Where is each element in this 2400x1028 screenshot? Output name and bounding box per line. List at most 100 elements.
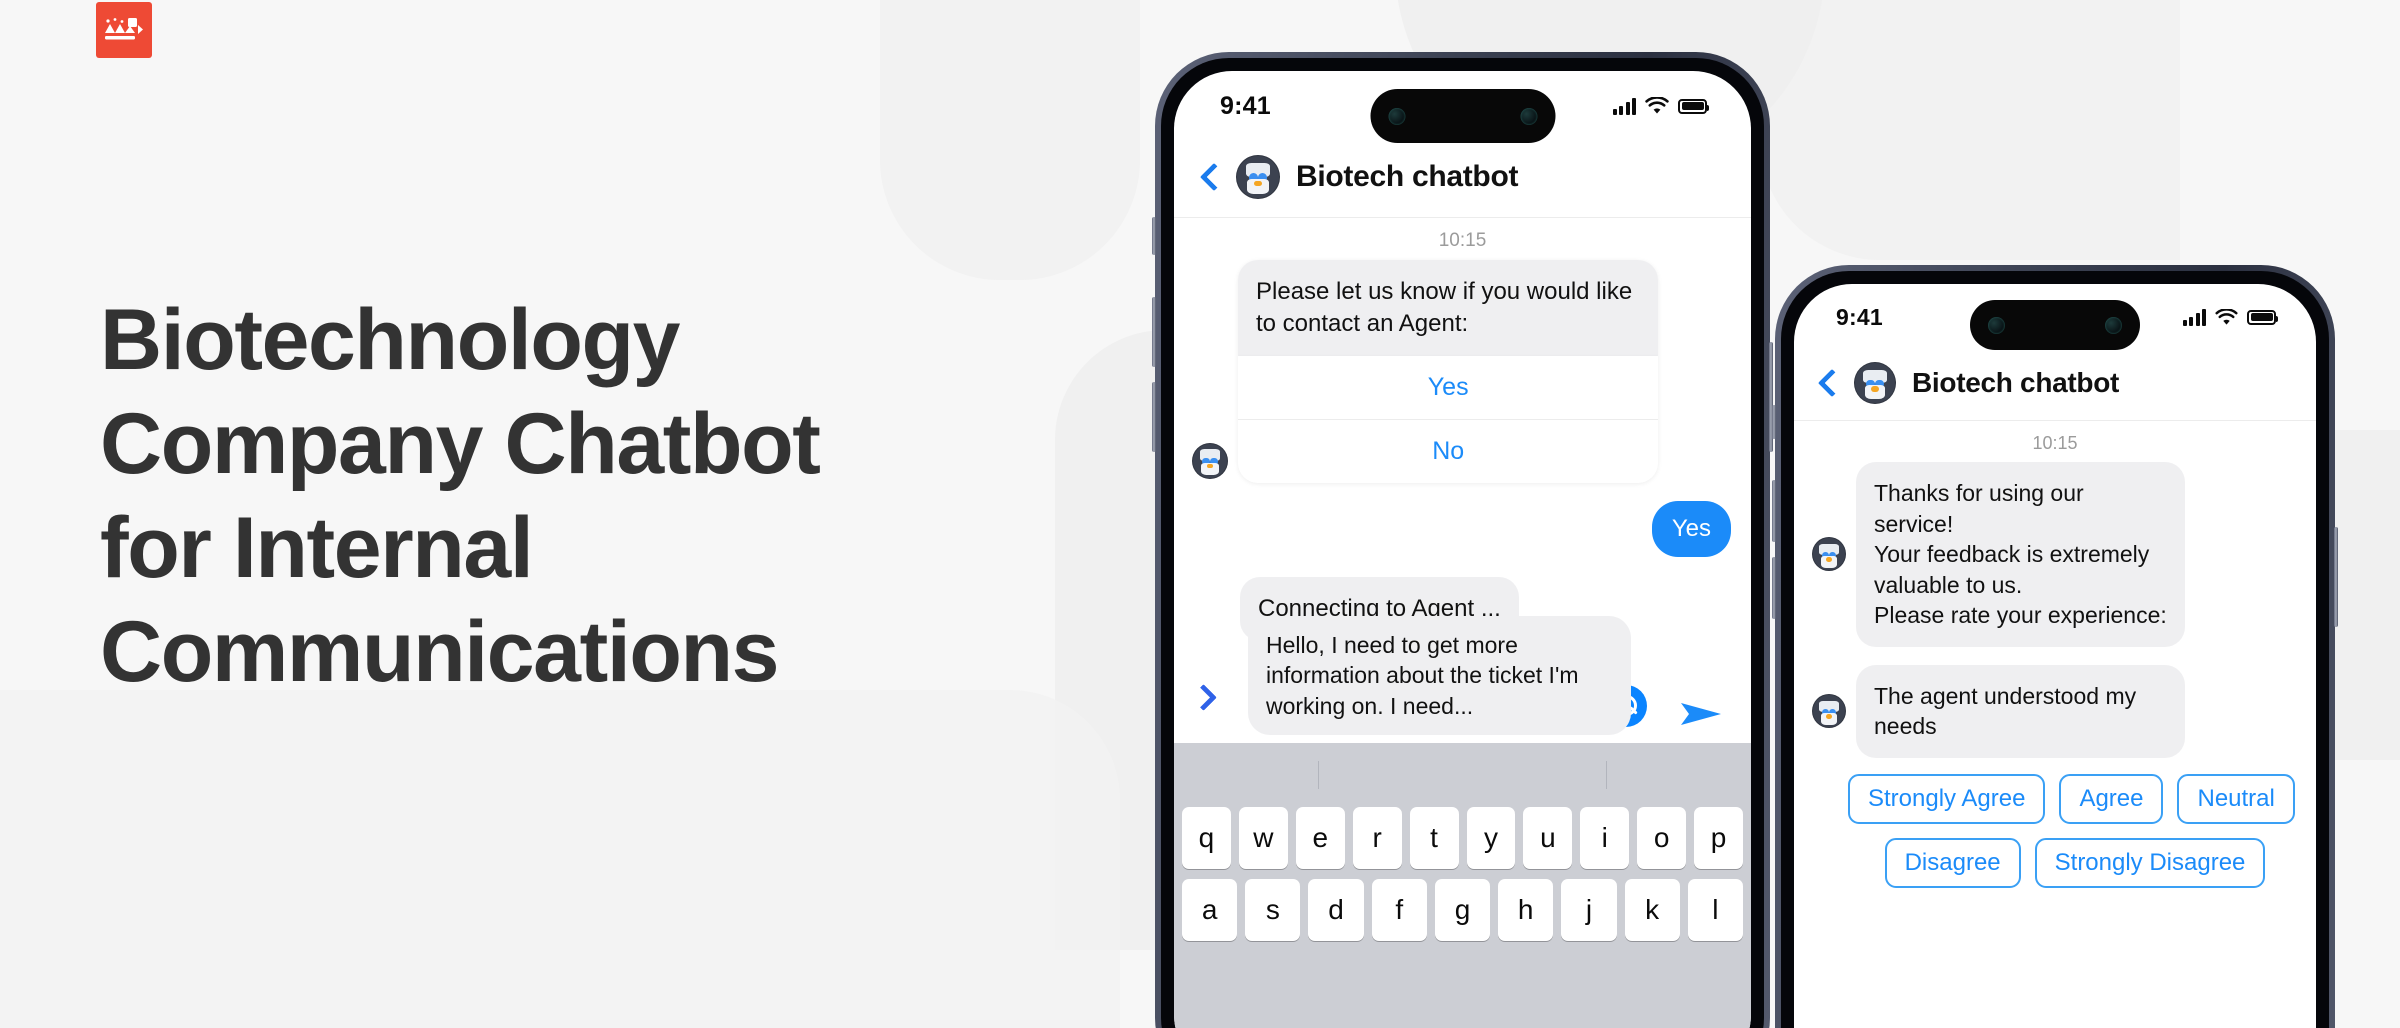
status-bar: 9:41 xyxy=(1794,284,2316,350)
volume-up-button[interactable] xyxy=(1772,480,1776,542)
company-logo[interactable] xyxy=(96,2,152,58)
wifi-icon xyxy=(1645,97,1669,114)
key-y[interactable]: y xyxy=(1466,807,1516,869)
cellular-bars-icon xyxy=(1612,97,1636,115)
key-e[interactable]: e xyxy=(1295,807,1345,869)
key-h[interactable]: h xyxy=(1498,879,1554,941)
phone-screen-one: 9:41 Biotech chatbot 10:15 Please let us… xyxy=(1174,71,1751,1028)
key-w[interactable]: w xyxy=(1238,807,1288,869)
message-text: The agent understood my needs xyxy=(1856,664,2186,759)
key-o[interactable]: o xyxy=(1637,807,1687,869)
dynamic-island xyxy=(1970,300,2140,350)
key-j[interactable]: j xyxy=(1561,879,1617,941)
rating-strongly-agree-button[interactable]: Strongly Agree xyxy=(1848,774,2046,825)
chat-title: Biotech chatbot xyxy=(1912,367,2120,398)
rating-strongly-disagree-button[interactable]: Strongly Disagree xyxy=(2034,838,2266,889)
rating-agree-button[interactable]: Agree xyxy=(2059,774,2164,825)
suggestion-divider xyxy=(1317,761,1319,789)
face-id-sensor-icon xyxy=(1388,107,1405,125)
volume-down-button[interactable] xyxy=(1772,557,1776,619)
page-title: Biotechnology Company Chatbot for Intern… xyxy=(100,288,1100,704)
chat-header: Biotech chatbot xyxy=(1794,350,2316,421)
dynamic-island xyxy=(1370,89,1555,143)
send-arrow-icon[interactable] xyxy=(1679,697,1723,731)
battery-full-icon xyxy=(1678,98,1709,114)
rating-disagree-button[interactable]: Disagree xyxy=(1884,838,2021,889)
rating-options-row-2: Disagree Strongly Disagree xyxy=(1794,824,2316,889)
key-u[interactable]: u xyxy=(1523,807,1573,869)
key-f[interactable]: f xyxy=(1371,879,1427,941)
title-line-3: for Internal xyxy=(100,500,534,597)
key-t[interactable]: t xyxy=(1409,807,1459,869)
back-chevron-icon[interactable] xyxy=(1816,366,1838,400)
silent-switch[interactable] xyxy=(1152,217,1156,255)
key-a[interactable]: a xyxy=(1182,879,1238,941)
message-row: The agent understood my needs xyxy=(1794,657,2316,768)
chat-timestamp: 10:15 xyxy=(2032,433,2078,453)
bot-avatar xyxy=(1854,362,1896,404)
message-row: Please let us know if you would like to … xyxy=(1174,260,1751,493)
key-l[interactable]: l xyxy=(1687,879,1743,941)
background-blob-bottom xyxy=(0,690,1120,1028)
key-k[interactable]: k xyxy=(1624,879,1680,941)
front-camera-icon xyxy=(2105,316,2122,334)
silent-switch[interactable] xyxy=(1772,405,1776,439)
background-blob-top-right xyxy=(1760,0,2180,260)
bot-option-card: Please let us know if you would like to … xyxy=(1238,260,1659,483)
status-bar: 9:41 xyxy=(1174,71,1751,143)
bot-avatar xyxy=(1812,694,1846,729)
background-blob-top-left xyxy=(880,0,1140,280)
message-row: Thanks for using our service! Your feedb… xyxy=(1794,462,2316,657)
phone-mockup-two: 9:41 Biotech chatbot 10:15 Thanks for us… xyxy=(1772,265,2338,1028)
status-time: 9:41 xyxy=(1220,91,1271,120)
bot-avatar xyxy=(1812,537,1846,572)
phone-bezel: 9:41 xyxy=(1781,271,2329,1028)
phone-mockup-one: 9:41 Biotech chatbot 10:15 Please let us… xyxy=(1152,52,1773,1028)
back-chevron-icon[interactable] xyxy=(1198,160,1220,194)
on-screen-keyboard[interactable]: q w e r t y u i o p a s d f g h j k l xyxy=(1174,743,1751,1028)
keyboard-row-1: q w e r t y u i o p xyxy=(1174,807,1751,879)
phone-frame: 9:41 xyxy=(1775,265,2335,1028)
key-i[interactable]: i xyxy=(1580,807,1630,869)
volume-down-button[interactable] xyxy=(1152,382,1156,452)
bot-avatar xyxy=(1236,155,1280,199)
chevron-right-icon[interactable] xyxy=(1192,683,1212,713)
status-time: 9:41 xyxy=(1836,303,1883,330)
suggestion-divider xyxy=(1606,761,1608,789)
status-indicators xyxy=(1612,97,1709,115)
user-message-bubble: Yes xyxy=(1651,500,1731,557)
phone-frame: 9:41 xyxy=(1155,52,1770,1028)
front-camera-icon xyxy=(1520,107,1537,125)
key-q[interactable]: q xyxy=(1181,807,1231,869)
bot-avatar xyxy=(1192,442,1228,479)
chat-thread-two: 10:15 Thanks for using our service! Your… xyxy=(1794,421,2316,889)
key-p[interactable]: p xyxy=(1694,807,1744,869)
wifi-icon xyxy=(2215,308,2238,325)
title-line-1: Biotechnology xyxy=(100,292,680,388)
key-d[interactable]: d xyxy=(1308,879,1364,941)
volume-up-button[interactable] xyxy=(1152,297,1156,367)
option-no-button[interactable]: No xyxy=(1238,418,1659,483)
phone-screen-two: 9:41 Biotech chatbot 10:15 Thanks for us… xyxy=(1794,284,2316,1028)
title-line-2: Company Chatbot xyxy=(100,396,821,493)
power-button[interactable] xyxy=(2334,527,2338,627)
key-g[interactable]: g xyxy=(1434,879,1491,941)
cellular-bars-icon xyxy=(2182,308,2206,326)
chat-timestamp: 10:15 xyxy=(1438,230,1487,251)
logo-mark-icon xyxy=(105,18,143,40)
rating-neutral-button[interactable]: Neutral xyxy=(2177,774,2295,825)
composer-area: Hello, I need to get more information ab… xyxy=(1174,615,1751,749)
title-line-4: Communications xyxy=(100,604,779,701)
message-text: Please let us know if you would like to … xyxy=(1238,260,1659,356)
draft-message-bubble[interactable]: Hello, I need to get more information ab… xyxy=(1248,615,1631,735)
option-yes-button[interactable]: Yes xyxy=(1238,355,1659,419)
chat-header: Biotech chatbot xyxy=(1174,141,1751,218)
key-r[interactable]: r xyxy=(1352,807,1402,869)
option-list: Yes No xyxy=(1238,355,1659,483)
key-s[interactable]: s xyxy=(1245,879,1301,941)
rating-options-row-1: Strongly Agree Agree Neutral xyxy=(1794,768,2316,825)
phone-bezel: 9:41 xyxy=(1161,58,1764,1028)
message-row: Yes xyxy=(1174,493,1751,567)
keyboard-row-2: a s d f g h j k l xyxy=(1174,879,1751,951)
message-text: Thanks for using our service! Your feedb… xyxy=(1856,462,2186,647)
